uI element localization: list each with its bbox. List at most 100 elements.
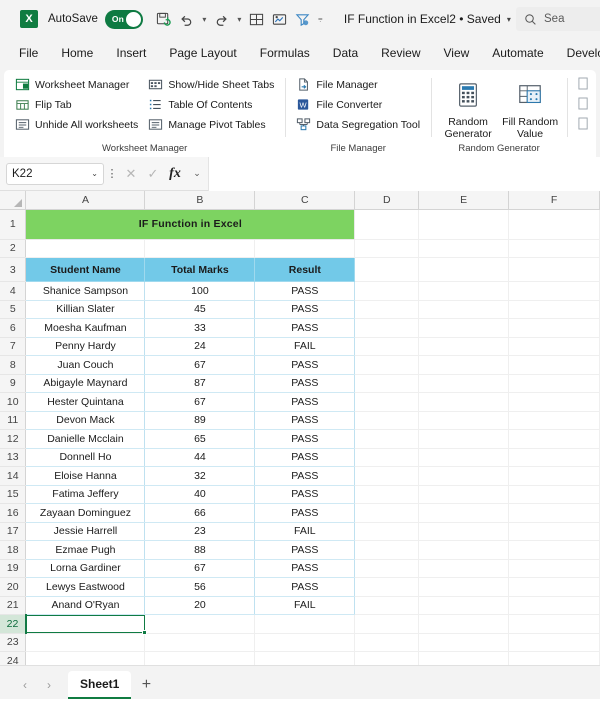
cell-c16[interactable]: PASS	[254, 503, 356, 523]
name-box-chevron-down-icon[interactable]: ⌄	[91, 169, 98, 178]
row-header-20[interactable]: 20	[0, 577, 27, 597]
cell-f24[interactable]	[508, 651, 600, 665]
cell-b19[interactable]: 67	[144, 559, 256, 578]
cell-c12[interactable]: PASS	[254, 429, 356, 449]
formula-chevron-down-icon[interactable]: ⌄	[186, 163, 208, 185]
cell-e1[interactable]	[418, 209, 510, 240]
cell-e23[interactable]	[418, 633, 510, 652]
cell-b23[interactable]	[144, 633, 256, 652]
table-header-total-marks[interactable]: Total Marks	[144, 257, 256, 282]
cell-c14[interactable]: PASS	[254, 466, 356, 486]
cell-c15[interactable]: PASS	[254, 485, 356, 504]
cell-c9[interactable]: PASS	[254, 374, 356, 393]
cell-d15[interactable]	[354, 485, 420, 504]
row-header-8[interactable]: 8	[0, 355, 27, 375]
cell-b12[interactable]: 65	[144, 429, 256, 449]
redo-chevron-down-icon[interactable]: ▾	[234, 7, 245, 31]
cell-f3[interactable]	[508, 257, 600, 282]
more-commands-icon[interactable]: ⩦	[315, 7, 326, 31]
cancel-entry-icon[interactable]: ✕	[120, 163, 142, 185]
cell-d1[interactable]	[354, 209, 420, 240]
cell-b10[interactable]: 67	[144, 392, 256, 412]
cell-e9[interactable]	[418, 374, 510, 393]
cell-a11[interactable]: Devon Mack	[25, 411, 146, 430]
cell-f16[interactable]	[508, 503, 600, 523]
cell-c8[interactable]: PASS	[254, 355, 356, 375]
row-header-22[interactable]: 22	[0, 614, 27, 634]
button-data-segregation-tool[interactable]: Data Segregation Tool	[291, 115, 425, 134]
cell-e11[interactable]	[418, 411, 510, 430]
cell-e4[interactable]	[418, 281, 510, 301]
document-title-chevron-down-icon[interactable]: ▾	[507, 15, 511, 24]
cell-f12[interactable]	[508, 429, 600, 449]
row-header-19[interactable]: 19	[0, 559, 27, 578]
cell-a13[interactable]: Donnell Ho	[25, 448, 146, 467]
cell-e19[interactable]	[418, 559, 510, 578]
cell-f20[interactable]	[508, 577, 600, 597]
cell-c13[interactable]: PASS	[254, 448, 356, 467]
cell-f6[interactable]	[508, 318, 600, 338]
tab-page-layout[interactable]: Page Layout	[158, 42, 247, 64]
cell-a2[interactable]	[25, 239, 146, 258]
cell-d6[interactable]	[354, 318, 420, 338]
cell-b4[interactable]: 100	[144, 281, 256, 301]
cell-c18[interactable]: PASS	[254, 540, 356, 560]
cell-a21[interactable]: Anand O'Ryan	[25, 596, 146, 615]
cell-a12[interactable]: Danielle Mcclain	[25, 429, 146, 449]
cell-e5[interactable]	[418, 300, 510, 319]
cell-e15[interactable]	[418, 485, 510, 504]
cell-f18[interactable]	[508, 540, 600, 560]
button-show-hide-sheet-tabs[interactable]: Show/Hide Sheet Tabs	[143, 75, 279, 94]
cell-c20[interactable]: PASS	[254, 577, 356, 597]
cell-e20[interactable]	[418, 577, 510, 597]
cell-c2[interactable]	[254, 239, 356, 258]
cell-a8[interactable]: Juan Couch	[25, 355, 146, 375]
formula-input[interactable]	[208, 156, 600, 191]
cell-a16[interactable]: Zayaan Dominguez	[25, 503, 146, 523]
row-header-9[interactable]: 9	[0, 374, 27, 393]
tab-home[interactable]: Home	[50, 42, 104, 64]
redo-icon[interactable]	[211, 7, 233, 31]
cell-b6[interactable]: 33	[144, 318, 256, 338]
table-icon[interactable]	[246, 7, 268, 31]
cell-c23[interactable]	[254, 633, 356, 652]
cell-a15[interactable]: Fatima Jeffery	[25, 485, 146, 504]
row-header-21[interactable]: 21	[0, 596, 27, 615]
save-refresh-icon[interactable]	[153, 7, 175, 31]
cell-e6[interactable]	[418, 318, 510, 338]
cell-f4[interactable]	[508, 281, 600, 301]
row-header-2[interactable]: 2	[0, 239, 27, 258]
cell-b2[interactable]	[144, 239, 256, 258]
cell-e12[interactable]	[418, 429, 510, 449]
table-header-result[interactable]: Result	[254, 257, 356, 282]
row-header-16[interactable]: 16	[0, 503, 27, 523]
cell-c11[interactable]: PASS	[254, 411, 356, 430]
chevron-right-icon[interactable]: ›	[38, 674, 60, 696]
overflow-item-1-icon[interactable]	[573, 75, 596, 94]
column-header-b[interactable]: B	[144, 191, 256, 210]
tab-automate[interactable]: Automate	[481, 42, 554, 64]
tab-data[interactable]: Data	[322, 42, 369, 64]
cell-a9[interactable]: Abigayle Maynard	[25, 374, 146, 393]
sheet-title-cell[interactable]: IF Function in Excel	[25, 209, 356, 240]
cell-e16[interactable]	[418, 503, 510, 523]
cell-f5[interactable]	[508, 300, 600, 319]
cell-a10[interactable]: Hester Quintana	[25, 392, 146, 412]
cell-a4[interactable]: Shanice Sampson	[25, 281, 146, 301]
cell-b13[interactable]: 44	[144, 448, 256, 467]
tab-insert[interactable]: Insert	[105, 42, 157, 64]
cell-c19[interactable]: PASS	[254, 559, 356, 578]
cell-f7[interactable]	[508, 337, 600, 356]
cell-f13[interactable]	[508, 448, 600, 467]
row-header-23[interactable]: 23	[0, 633, 27, 652]
row-header-18[interactable]: 18	[0, 540, 27, 560]
cell-d13[interactable]	[354, 448, 420, 467]
tab-file[interactable]: File	[8, 42, 49, 64]
cell-c7[interactable]: FAIL	[254, 337, 356, 356]
cell-f10[interactable]	[508, 392, 600, 412]
cell-f1[interactable]	[508, 209, 600, 240]
button-flip-tab[interactable]: Flip Tab	[10, 95, 143, 114]
cell-f17[interactable]	[508, 522, 600, 541]
cell-d24[interactable]	[354, 651, 420, 665]
cell-a17[interactable]: Jessie Harrell	[25, 522, 146, 541]
